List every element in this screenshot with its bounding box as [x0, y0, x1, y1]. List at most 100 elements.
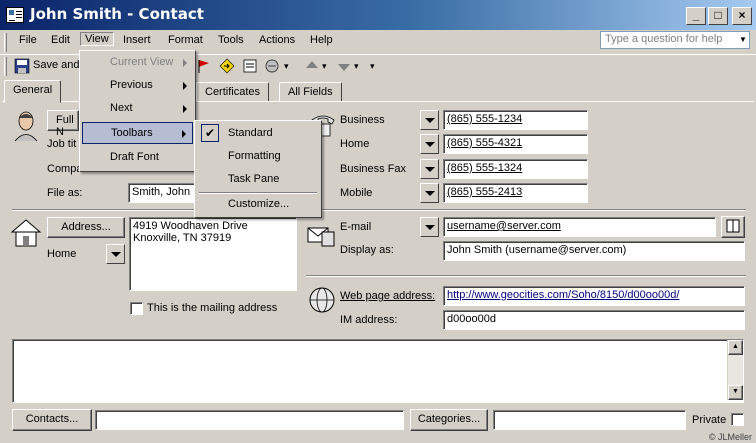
- flag-icon[interactable]: [196, 58, 212, 74]
- address-type-dropdown[interactable]: [106, 244, 125, 264]
- notes-textarea[interactable]: ▲ ▼: [12, 339, 744, 403]
- tab-general[interactable]: General: [4, 80, 62, 103]
- menu-item-label: Next: [110, 102, 133, 114]
- web-page-field[interactable]: http://www.geocities.com/Soho/8150/d00oo…: [443, 286, 745, 306]
- watermark: © JLMeller: [708, 432, 752, 442]
- notes-scrollbar[interactable]: ▲ ▼: [727, 340, 743, 400]
- chevron-down-icon[interactable]: ▾: [354, 61, 359, 72]
- web-globe-icon: [309, 287, 335, 313]
- menu-item-customize[interactable]: Customize...: [197, 194, 319, 216]
- follow-up-icon[interactable]: [219, 58, 235, 74]
- phone-label-mobile: Mobile: [340, 187, 373, 199]
- toolbar-options-icon[interactable]: ▾: [370, 61, 375, 72]
- window-title: John Smith - Contact: [30, 5, 204, 23]
- submenu-arrow-icon: [183, 59, 187, 67]
- business-fax-field[interactable]: (865) 555-1324: [443, 159, 588, 179]
- menu-file[interactable]: File: [19, 33, 37, 47]
- menu-item-previous[interactable]: Previous: [82, 75, 193, 97]
- menu-item-draft-font[interactable]: Draft Font: [82, 147, 193, 169]
- tab-certificates[interactable]: Certificates: [196, 82, 270, 102]
- business-phone-field[interactable]: (865) 555-1234: [443, 110, 588, 130]
- phone-type-dropdown[interactable]: [420, 110, 439, 130]
- phone-type-dropdown[interactable]: [420, 134, 439, 154]
- phone-type-dropdown[interactable]: [420, 159, 439, 179]
- chevron-down-icon[interactable]: ▾: [322, 61, 327, 72]
- map-address-icon[interactable]: [264, 58, 280, 74]
- contacts-button[interactable]: Contacts...: [12, 409, 92, 431]
- email-icon: [307, 227, 335, 247]
- menu-tools[interactable]: Tools: [218, 33, 244, 47]
- file-as-field[interactable]: Smith, John: [128, 183, 196, 203]
- view-menu: Current View Previous Next Toolbars Draf…: [79, 50, 196, 172]
- im-address-label: IM address:: [340, 314, 398, 326]
- menu-item-label: Formatting: [228, 150, 281, 162]
- title-bar: John Smith - Contact _ □ ×: [0, 0, 756, 30]
- maximize-button[interactable]: □: [708, 7, 728, 25]
- categories-field[interactable]: [493, 410, 686, 430]
- phone-type-dropdown[interactable]: [420, 183, 439, 203]
- menu-format[interactable]: Format: [168, 33, 203, 47]
- address-button[interactable]: Address...: [47, 217, 125, 238]
- menu-item-toolbars[interactable]: Toolbars: [82, 122, 193, 144]
- up-arrow-icon[interactable]: [304, 58, 320, 74]
- scroll-down-button[interactable]: ▼: [728, 385, 743, 400]
- chevron-down-icon[interactable]: ▼: [737, 32, 749, 48]
- menu-item-standard[interactable]: ✔ Standard: [197, 123, 319, 145]
- mobile-phone-field[interactable]: (865) 555-2413: [443, 183, 588, 203]
- down-arrow-icon[interactable]: [336, 58, 352, 74]
- separator: [306, 275, 746, 277]
- email-type-dropdown[interactable]: [420, 217, 439, 237]
- menu-item-next[interactable]: Next: [82, 98, 193, 120]
- email-field[interactable]: username@server.com: [443, 217, 716, 237]
- menu-item-formatting[interactable]: Formatting: [197, 146, 319, 168]
- mailing-address-label: This is the mailing address: [147, 302, 278, 314]
- contacts-field[interactable]: [95, 410, 404, 430]
- menubar-grip: [4, 33, 7, 52]
- phone-label-business: Business: [340, 114, 385, 126]
- menu-actions[interactable]: Actions: [259, 33, 295, 47]
- menu-item-label: Current View: [110, 56, 174, 68]
- menu-view[interactable]: View: [80, 32, 114, 46]
- im-address-field[interactable]: d00oo00d: [443, 310, 745, 330]
- address-textarea[interactable]: 4919 Woodhaven Drive Knoxville, TN 37919: [129, 217, 297, 291]
- private-checkbox[interactable]: [731, 413, 744, 426]
- company-label: Compa: [47, 163, 83, 175]
- address-card-icon[interactable]: [242, 58, 258, 74]
- contact-card-icon: [6, 7, 24, 23]
- display-as-label: Display as:: [340, 244, 394, 256]
- address-book-icon[interactable]: [721, 216, 745, 238]
- menu-insert[interactable]: Insert: [123, 33, 151, 47]
- save-and-close-button[interactable]: Save and: [33, 59, 79, 71]
- display-as-field[interactable]: John Smith (username@server.com): [443, 241, 745, 261]
- toolbar-grip: [4, 57, 7, 76]
- minimize-button[interactable]: _: [686, 7, 706, 25]
- chevron-down-icon[interactable]: ▾: [284, 61, 289, 72]
- phone-label-home: Home: [340, 138, 370, 150]
- mailing-address-checkbox[interactable]: [130, 302, 143, 315]
- categories-button[interactable]: Categories...: [410, 409, 488, 431]
- menu-item-current-view[interactable]: Current View: [82, 52, 193, 74]
- web-page-label[interactable]: Web page address:: [340, 290, 435, 302]
- phone-label-business-fax: Business Fax: [340, 163, 407, 175]
- home-phone-field[interactable]: (865) 555-4321: [443, 134, 588, 154]
- full-name-button[interactable]: Full N: [47, 110, 79, 138]
- address-type-label: Home: [47, 248, 77, 260]
- menu-item-label: Draft Font: [110, 151, 159, 163]
- menu-item-task-pane[interactable]: Task Pane: [197, 169, 319, 191]
- close-button[interactable]: ×: [732, 7, 752, 25]
- menu-item-label: Task Pane: [228, 173, 280, 185]
- tab-all-fields[interactable]: All Fields: [279, 82, 342, 102]
- file-as-label: File as:: [47, 187, 83, 199]
- submenu-arrow-icon: [183, 105, 187, 113]
- book-icon: [726, 219, 740, 233]
- scroll-up-button[interactable]: ▲: [728, 340, 743, 355]
- separator: [306, 209, 746, 211]
- menu-edit[interactable]: Edit: [51, 33, 70, 47]
- help-placeholder: Type a question for help: [605, 33, 723, 45]
- help-search-input[interactable]: Type a question for help ▼: [600, 31, 750, 49]
- menu-help[interactable]: Help: [310, 33, 333, 47]
- address-line: 4919 Woodhaven Drive: [133, 220, 248, 232]
- save-icon[interactable]: [14, 58, 30, 74]
- email-label: E-mail: [340, 221, 372, 233]
- job-title-label: Job tit: [47, 138, 77, 150]
